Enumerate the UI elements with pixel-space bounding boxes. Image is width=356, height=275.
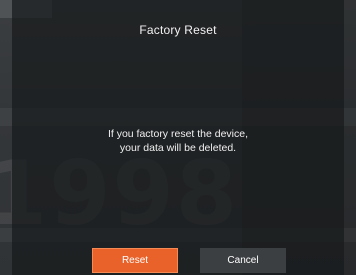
dialog-message: If you factory reset the device, your da… [12, 127, 344, 155]
dialog-title: Factory Reset [139, 23, 217, 37]
cancel-button[interactable]: Cancel [200, 248, 286, 273]
dialog-message-line: If you factory reset the device, [107, 128, 249, 140]
reset-button[interactable]: Reset [92, 248, 178, 273]
screen: 1998 Factory Reset If you factory reset … [0, 0, 356, 275]
factory-reset-dialog: Factory Reset If you factory reset the d… [12, 0, 344, 275]
dialog-message-line: your data will be deleted. [119, 142, 237, 154]
